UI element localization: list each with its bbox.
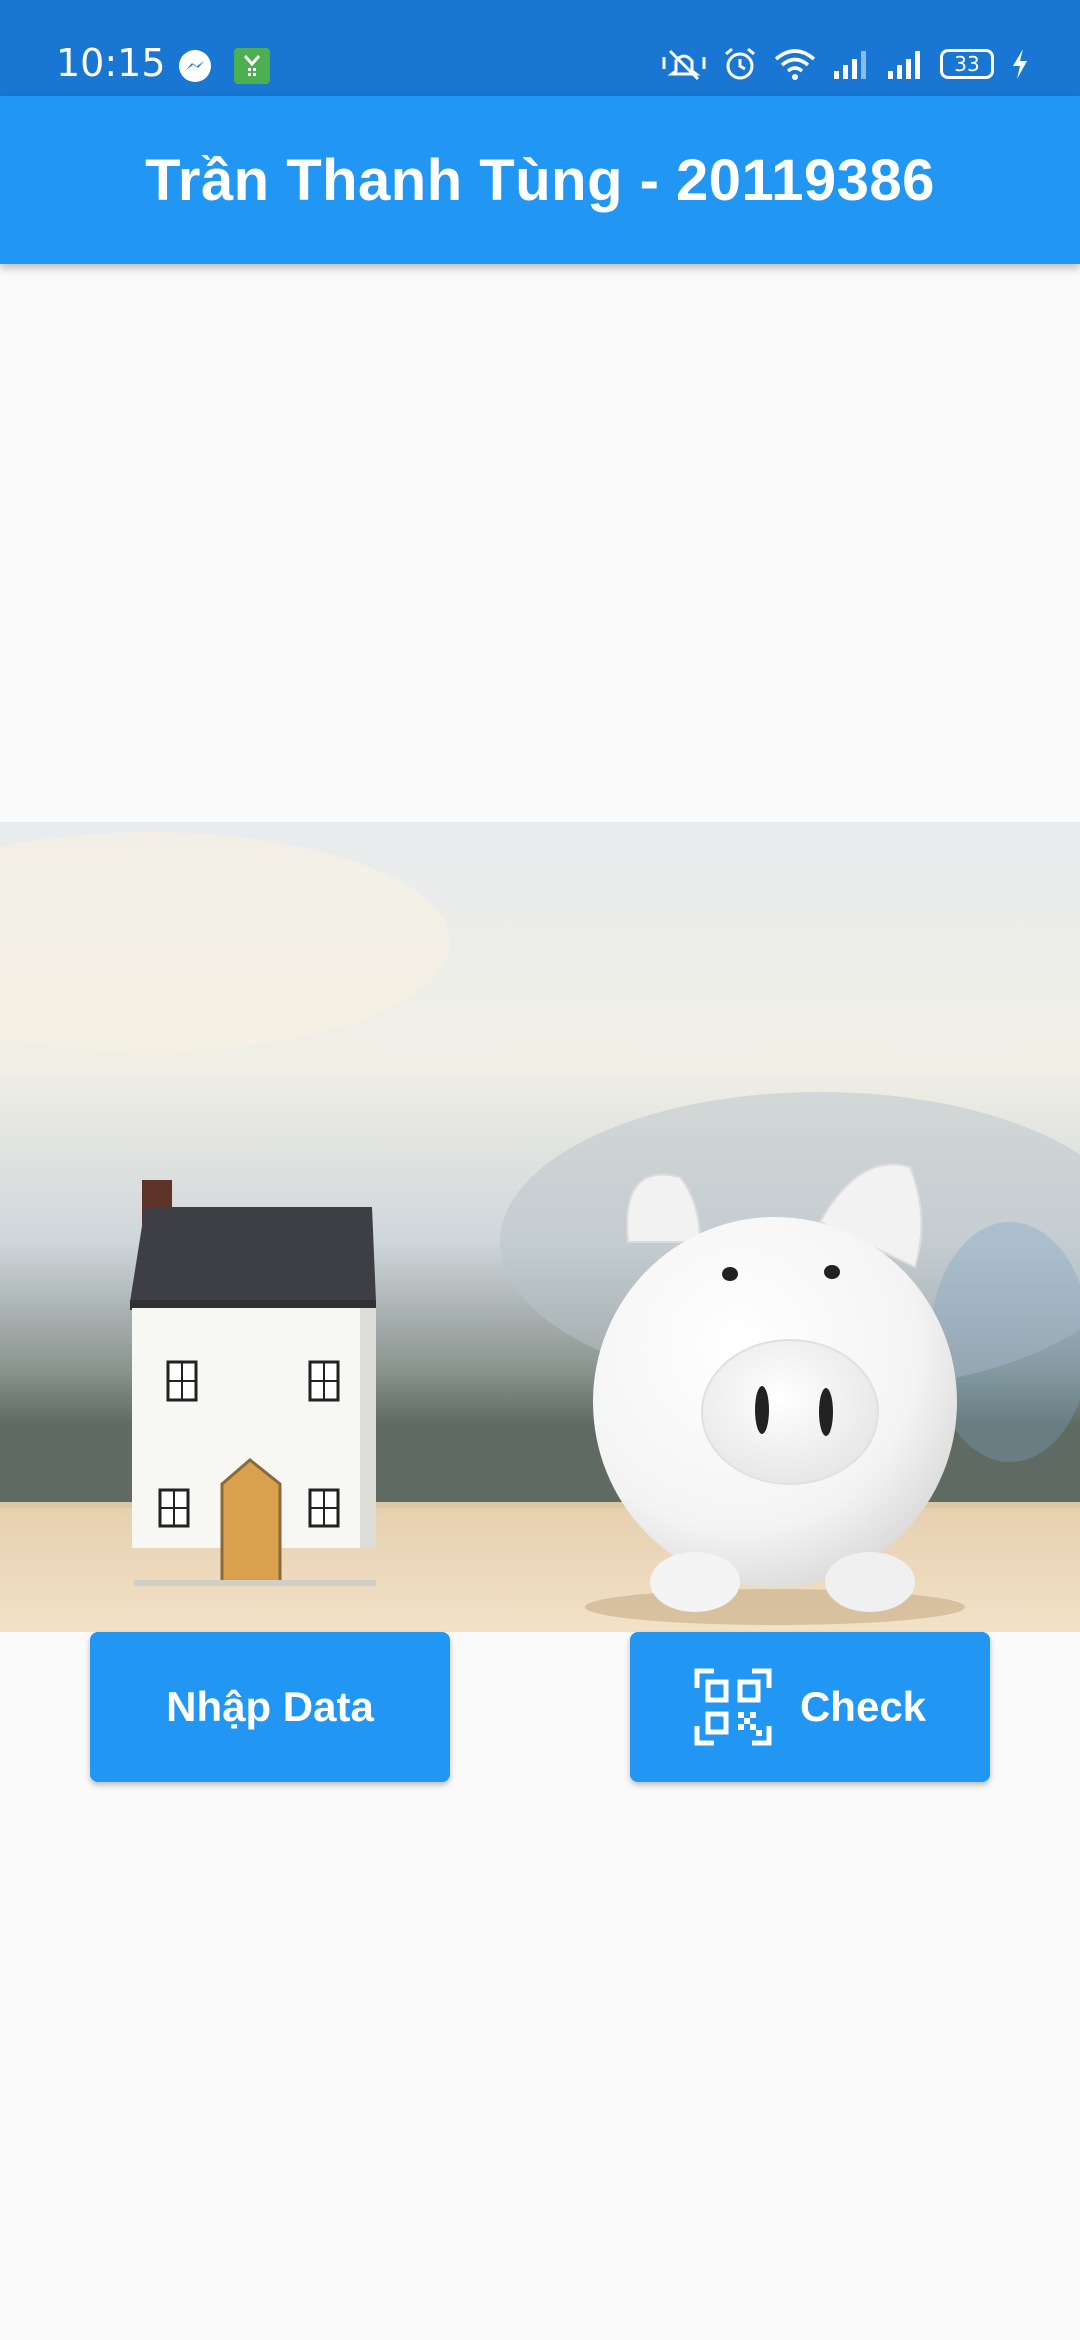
mute-icon: [662, 49, 706, 81]
house-and-piggy-bank-image: [0, 822, 1080, 1632]
nhap-data-button[interactable]: Nhập Data: [90, 1632, 450, 1782]
nhap-data-label: Nhập Data: [166, 1683, 374, 1730]
status-notification-icons: [178, 48, 270, 84]
status-time: 10:15: [56, 41, 166, 85]
charging-icon: [1013, 49, 1027, 79]
signal-icon: [888, 51, 920, 79]
battery-indicator: 33: [940, 49, 994, 79]
app-title: Trần Thanh Tùng - 20119386: [145, 147, 935, 213]
hero-image: [0, 822, 1080, 1632]
signal-icon: [834, 51, 866, 79]
check-button[interactable]: Check: [630, 1632, 990, 1782]
alarm-icon: [725, 47, 755, 80]
sim-app-icon: [234, 48, 270, 84]
status-bar: 10:15 33: [0, 0, 1080, 96]
qr-code-icon: [694, 1668, 772, 1746]
check-label: Check: [799, 1683, 927, 1730]
wifi-icon: [774, 49, 816, 80]
status-system-icons: 33: [662, 46, 1030, 82]
messenger-icon: [179, 50, 211, 82]
app-bar: Trần Thanh Tùng - 20119386: [0, 96, 1080, 264]
